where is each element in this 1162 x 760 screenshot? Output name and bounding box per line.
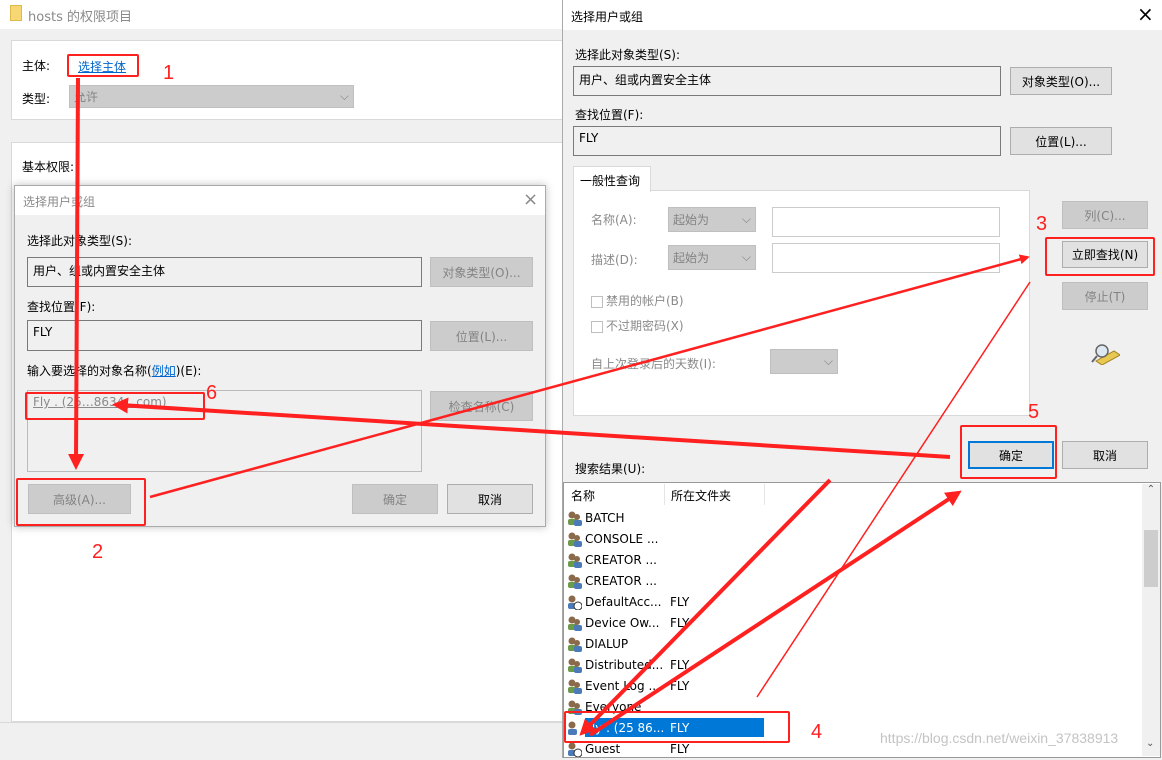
arrow-5-to-6: [112, 397, 951, 459]
annotation-arrows: [68, 77, 1031, 737]
arrow-3-to-4: [756, 281, 1031, 698]
arrow-to-4: [579, 478, 832, 736]
arrow-4-to-5: [588, 490, 962, 737]
tab-general-query[interactable]: 一般性查询: [573, 166, 651, 192]
tab-label: 一般性查询: [580, 174, 641, 188]
arrow-2-to-3: [149, 254, 1030, 499]
arrow-1-to-2: [68, 77, 85, 470]
